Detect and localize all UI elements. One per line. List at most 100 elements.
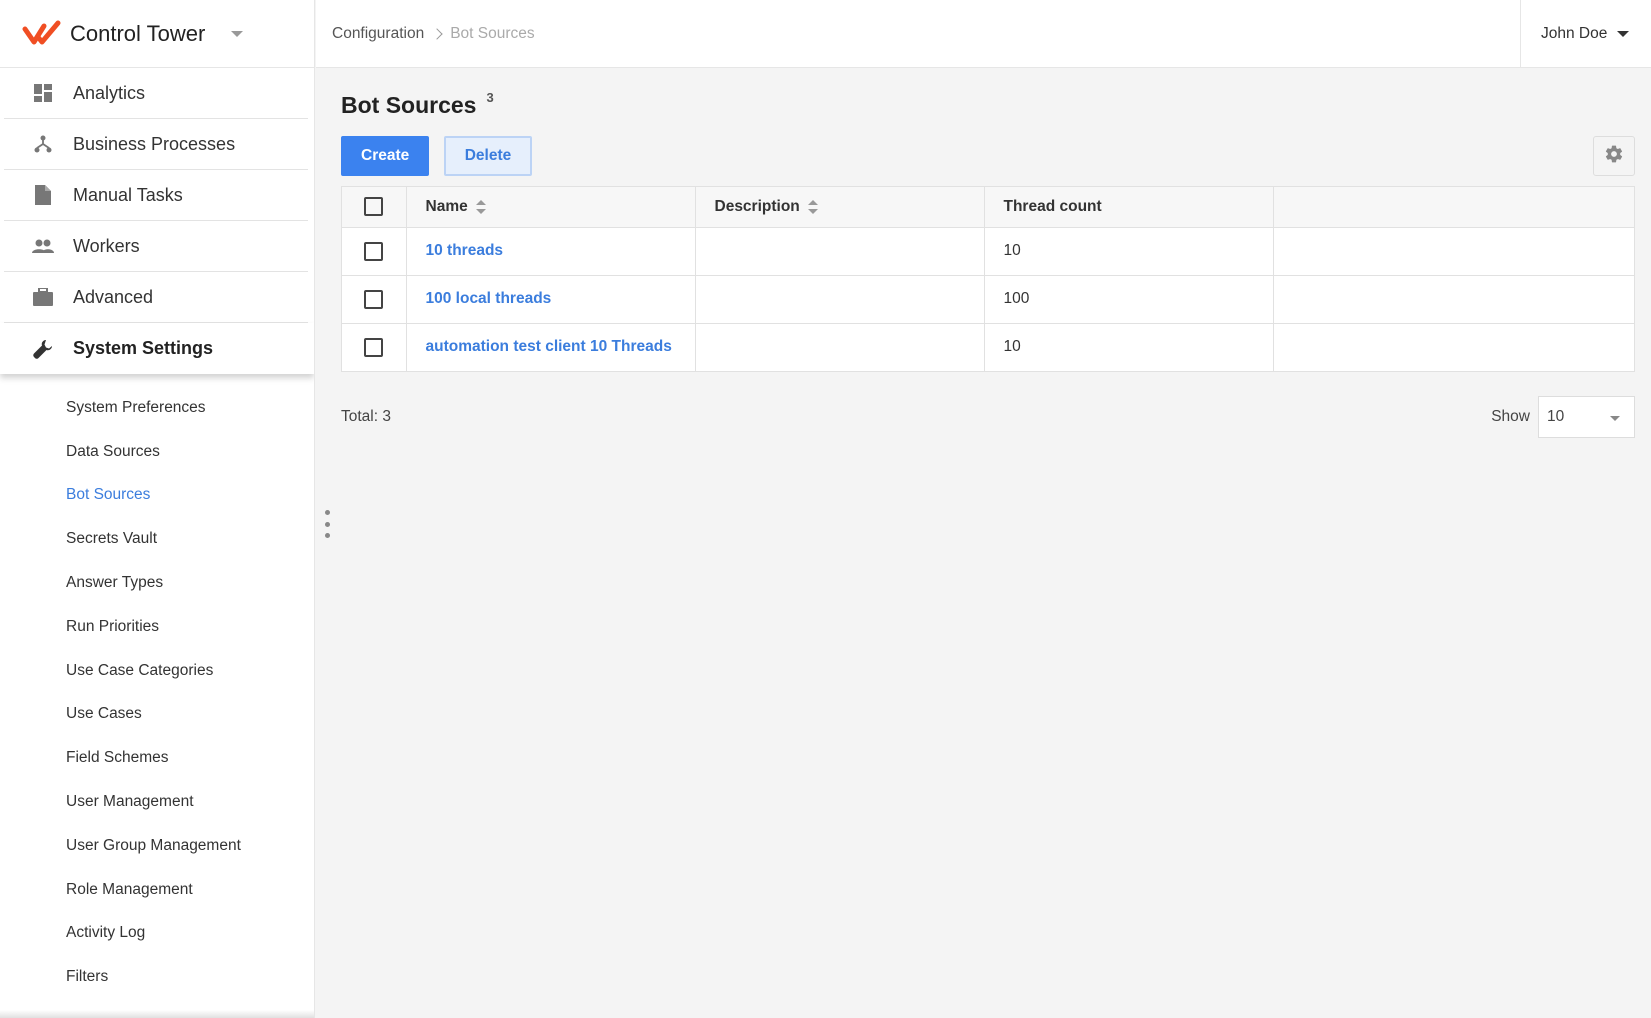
nav-item-label: Analytics	[73, 82, 146, 103]
table-row: 10 threads 10	[342, 227, 1634, 275]
create-button[interactable]: Create	[341, 136, 430, 176]
subnav-item-answer-types[interactable]: Answer Types	[0, 561, 314, 605]
empty-cell	[1273, 323, 1634, 371]
nav-item-label: Manual Tasks	[73, 184, 183, 205]
column-header-empty	[1273, 187, 1634, 227]
chevron-down-icon	[1610, 416, 1620, 421]
app-switcher[interactable]: Control Tower	[0, 0, 314, 68]
subnav-item-system-preferences[interactable]: System Preferences	[0, 386, 314, 430]
name-cell: 10 threads	[406, 227, 696, 275]
caret-down-icon	[1617, 31, 1630, 37]
breadcrumb: Configuration Bot Sources	[316, 25, 535, 43]
row-checkbox[interactable]	[364, 289, 384, 309]
subnav-item-bot-sources[interactable]: Bot Sources	[0, 474, 314, 518]
dashboard-icon	[32, 82, 54, 104]
show-label: Show	[1491, 408, 1530, 425]
thread-count-cell: 10	[984, 227, 1274, 275]
subnav-item-use-cases[interactable]: Use Cases	[0, 693, 314, 737]
sort-icon[interactable]	[807, 199, 818, 214]
row-select-cell	[342, 227, 407, 275]
description-cell	[695, 323, 985, 371]
description-cell	[695, 227, 985, 275]
main-content: Bot Sources 3 Create Delete Name Descrip…	[341, 68, 1635, 438]
name-cell: 100 local threads	[406, 275, 696, 323]
briefcase-icon	[32, 286, 54, 308]
app-title: Control Tower	[70, 20, 206, 46]
breadcrumb-current: Bot Sources	[450, 24, 535, 42]
nav-item-label: Advanced	[73, 286, 154, 307]
name-cell: automation test client 10 Threads	[406, 323, 696, 371]
sidebar-bottom-shadow	[0, 1010, 314, 1018]
sidebar-resize-handle[interactable]	[323, 510, 331, 538]
subnav-item-secrets-vault[interactable]: Secrets Vault	[0, 517, 314, 561]
bot-source-name-link[interactable]: 100 local threads	[426, 290, 552, 307]
settings-subnav: System Preferences Data Sources Bot Sour…	[0, 374, 314, 999]
gear-icon	[1604, 144, 1624, 169]
column-header-thread-count: Thread count	[984, 187, 1274, 227]
record-count-badge: 3	[486, 90, 494, 105]
document-icon	[32, 184, 54, 206]
table-settings-button[interactable]	[1593, 136, 1635, 176]
page-size-select[interactable]: 10	[1538, 396, 1635, 438]
total-count: Total: 3	[341, 408, 391, 425]
subnav-item-use-case-categories[interactable]: Use Case Categories	[0, 649, 314, 693]
table-row: automation test client 10 Threads 10	[342, 323, 1634, 371]
chevron-right-icon	[431, 27, 443, 40]
nav-item-system-settings[interactable]: System Settings	[0, 323, 314, 374]
process-tree-icon	[32, 133, 54, 155]
handle-dot	[324, 521, 330, 527]
nav-item-analytics[interactable]: Analytics	[4, 68, 308, 119]
column-label: Name	[425, 197, 468, 215]
sidebar: Control Tower Analytics Business Process…	[0, 0, 315, 1018]
column-label: Thread count	[1003, 197, 1102, 215]
table-header-row: Name Description Thread count	[342, 187, 1634, 227]
subnav-item-role-management[interactable]: Role Management	[0, 868, 314, 912]
description-cell	[695, 275, 985, 323]
chevron-down-icon	[231, 30, 244, 37]
bot-source-name-link[interactable]: automation test client 10 Threads	[426, 338, 672, 355]
nav-item-workers[interactable]: Workers	[4, 221, 308, 272]
user-menu[interactable]: John Doe	[1520, 0, 1651, 68]
row-select-cell	[342, 275, 407, 323]
table-footer: Total: 3 Show 10	[341, 396, 1635, 438]
main-nav: Analytics Business Processes Manual Task…	[0, 68, 314, 374]
select-all-cell	[342, 187, 407, 227]
subnav-item-user-management[interactable]: User Management	[0, 780, 314, 824]
wrench-icon	[32, 338, 54, 360]
subnav-item-field-schemes[interactable]: Field Schemes	[0, 736, 314, 780]
nav-item-label: Workers	[73, 235, 140, 256]
people-icon	[32, 235, 54, 257]
select-all-checkbox[interactable]	[364, 197, 384, 217]
page-size-value: 10	[1547, 408, 1565, 425]
row-select-cell	[342, 323, 407, 371]
control-tower-logo-icon	[22, 20, 62, 48]
delete-button[interactable]: Delete	[443, 136, 533, 176]
nav-item-business-processes[interactable]: Business Processes	[4, 119, 308, 170]
table-row: 100 local threads 100	[342, 275, 1634, 323]
nav-item-manual-tasks[interactable]: Manual Tasks	[4, 170, 308, 221]
subnav-item-user-group-management[interactable]: User Group Management	[0, 824, 314, 868]
toolbar: Create Delete	[341, 136, 1635, 176]
subnav-item-data-sources[interactable]: Data Sources	[0, 430, 314, 474]
page-title: Bot Sources 3	[341, 90, 1635, 119]
subnav-item-activity-log[interactable]: Activity Log	[0, 912, 314, 956]
handle-dot	[324, 533, 330, 538]
thread-count-cell: 10	[984, 323, 1274, 371]
empty-cell	[1273, 227, 1634, 275]
thread-count-cell: 100	[984, 275, 1274, 323]
subnav-item-filters[interactable]: Filters	[0, 955, 314, 999]
row-checkbox[interactable]	[364, 241, 384, 261]
breadcrumb-configuration[interactable]: Configuration	[332, 25, 424, 43]
nav-item-label: Business Processes	[73, 133, 236, 154]
page-size-control: Show 10	[1491, 396, 1635, 438]
nav-item-advanced[interactable]: Advanced	[4, 272, 308, 323]
sort-icon[interactable]	[475, 199, 486, 214]
subnav-item-run-priorities[interactable]: Run Priorities	[0, 605, 314, 649]
page-title-text: Bot Sources	[341, 92, 477, 118]
column-header-name[interactable]: Name	[406, 187, 696, 227]
column-label: Description	[714, 197, 800, 215]
row-checkbox[interactable]	[364, 337, 384, 357]
bot-source-name-link[interactable]: 10 threads	[426, 242, 504, 259]
column-header-description[interactable]: Description	[695, 187, 985, 227]
user-name: John Doe	[1541, 25, 1608, 42]
